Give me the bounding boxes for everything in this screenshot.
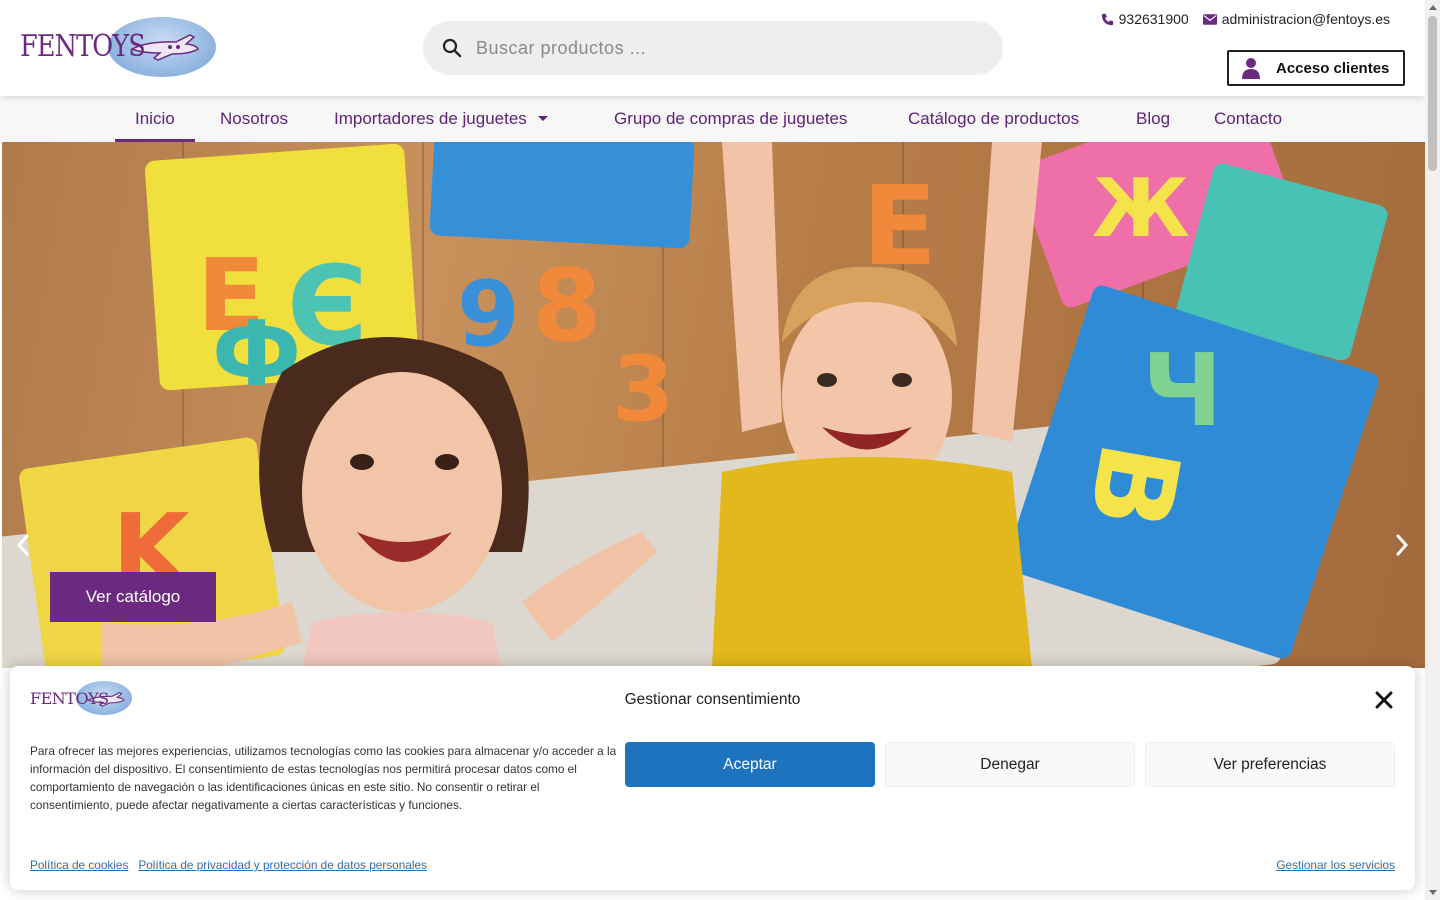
foam-mat-blue bbox=[429, 142, 695, 249]
nav-item-label: Inicio bbox=[135, 109, 175, 128]
customer-access-label: Acceso clientes bbox=[1276, 59, 1390, 77]
slider-next-button[interactable] bbox=[1395, 534, 1409, 556]
nav-item-label: Blog bbox=[1136, 109, 1171, 128]
nav-item-nosotros[interactable]: Nosotros bbox=[220, 96, 288, 142]
nav-item-label: Catálogo de productos bbox=[908, 109, 1080, 128]
user-icon bbox=[1242, 57, 1260, 79]
cookie-consent-banner: FENTOYS Gestionar consentimiento Para of… bbox=[10, 666, 1415, 890]
boy-illustration bbox=[712, 142, 1042, 668]
phone-number: 932631900 bbox=[1118, 11, 1189, 27]
nav-item-label: Grupo de compras de juguetes bbox=[614, 109, 848, 128]
nav-item-blog[interactable]: Blog bbox=[1136, 96, 1170, 142]
phone-link[interactable]: 932631900 bbox=[1101, 11, 1189, 27]
site-header: FENTOYS 932631900 administracion@fentoys… bbox=[0, 0, 1425, 96]
customer-access-button[interactable]: Acceso clientes bbox=[1227, 50, 1405, 86]
chevron-down-icon[interactable] bbox=[537, 115, 549, 123]
deny-button[interactable]: Denegar bbox=[885, 742, 1135, 787]
view-preferences-button[interactable]: Ver preferencias bbox=[1145, 742, 1395, 787]
search-input[interactable] bbox=[474, 36, 978, 60]
scroll-down-arrow[interactable] bbox=[1429, 890, 1437, 895]
foam-letter: Ч bbox=[1142, 332, 1223, 449]
search-icon bbox=[442, 38, 462, 58]
accept-button[interactable]: Aceptar bbox=[625, 742, 875, 787]
email-address: administracion@fentoys.es bbox=[1221, 11, 1390, 27]
close-icon[interactable] bbox=[1375, 691, 1395, 711]
phone-icon bbox=[1101, 13, 1114, 26]
nav-item-importadores[interactable]: Importadores de juguetes bbox=[334, 96, 549, 142]
nav-item-label: Contacto bbox=[1214, 109, 1283, 128]
email-link[interactable]: administracion@fentoys.es bbox=[1202, 11, 1390, 27]
cookie-banner-title: Gestionar consentimiento bbox=[624, 691, 801, 708]
nav-item-catalogo[interactable]: Catálogo de productos bbox=[908, 96, 1079, 142]
cookie-banner-text: Para ofrecer las mejores experiencias, u… bbox=[30, 744, 617, 812]
cookie-policy-links: Política de cookies Política de privacid… bbox=[30, 858, 427, 872]
search-bar[interactable] bbox=[423, 21, 1003, 75]
chevron-right-icon bbox=[1395, 534, 1409, 556]
manage-services-link[interactable]: Gestionar los servicios bbox=[1276, 858, 1395, 872]
foam-letter: Ж bbox=[1092, 162, 1190, 255]
contact-info: 932631900 administracion@fentoys.es bbox=[1101, 11, 1390, 27]
view-catalog-button[interactable]: Ver catálogo bbox=[50, 572, 216, 622]
nav-item-contacto[interactable]: Contacto bbox=[1214, 96, 1282, 142]
nav-item-inicio[interactable]: Inicio bbox=[115, 96, 195, 142]
nav-item-label: Importadores de juguetes bbox=[334, 109, 527, 128]
scroll-up-arrow[interactable] bbox=[1429, 5, 1437, 10]
logo-text: FENTOYS bbox=[20, 29, 146, 64]
scroll-thumb[interactable] bbox=[1428, 16, 1437, 171]
privacy-policy-link[interactable]: Política de privacidad y protección de d… bbox=[138, 858, 427, 872]
main-nav: Inicio Nosotros Importadores de juguetes… bbox=[0, 96, 1425, 142]
site-logo[interactable]: FENTOYS bbox=[20, 15, 216, 79]
page-scrollbar[interactable] bbox=[1425, 0, 1440, 900]
chevron-left-icon bbox=[16, 534, 30, 556]
cookie-policy-link[interactable]: Política de cookies bbox=[30, 858, 128, 872]
nav-item-grupo-compras[interactable]: Grupo de compras de juguetes bbox=[614, 96, 847, 142]
nav-item-label: Nosotros bbox=[220, 109, 289, 128]
envelope-icon bbox=[1202, 13, 1217, 25]
slider-prev-button[interactable] bbox=[16, 534, 30, 556]
